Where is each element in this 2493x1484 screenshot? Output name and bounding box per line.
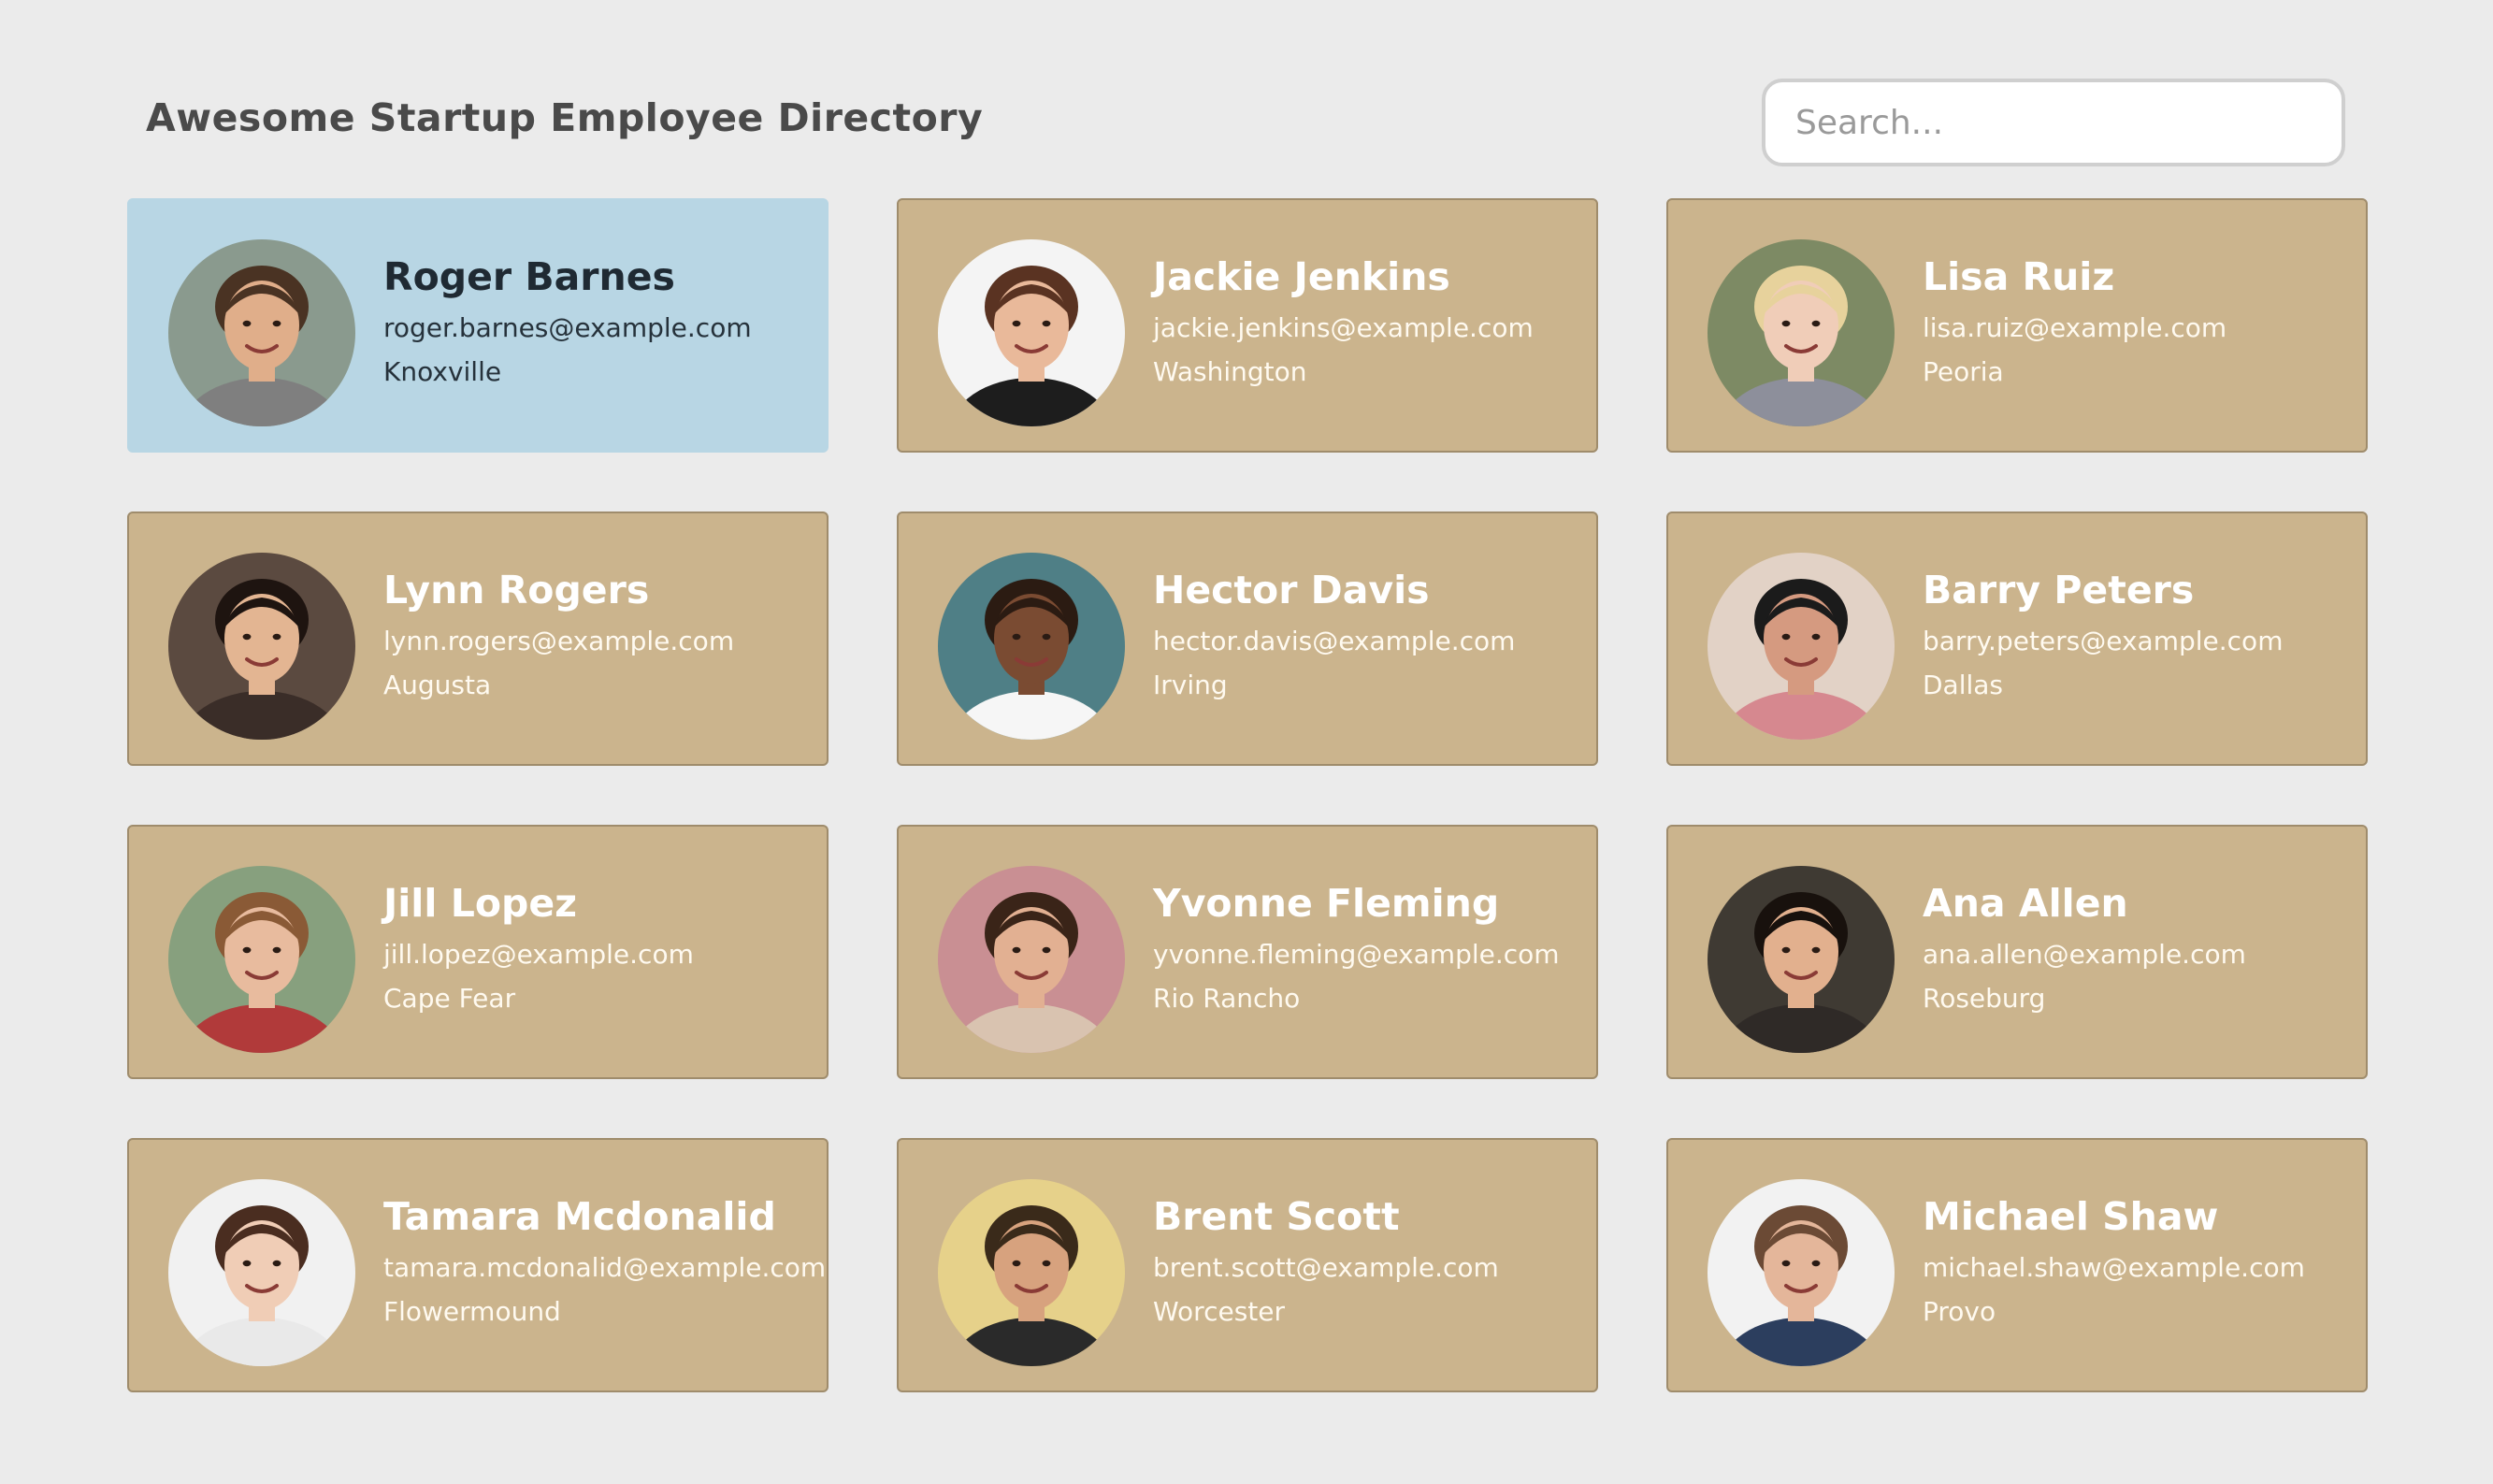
avatar	[1708, 239, 1895, 426]
employee-city: Roseburg	[1923, 983, 2046, 1015]
employee-info: Jill Lopez jill.lopez@example.com Cape Fea…	[383, 881, 815, 1015]
employee-card[interactable]: Lynn Rogers lynn.rogers@example.com August…	[127, 511, 829, 766]
avatar	[1708, 866, 1895, 1053]
employee-name: Yvonne Fleming	[1153, 881, 1500, 926]
employee-email: ana.allen@example.com	[1923, 939, 2246, 971]
employee-card[interactable]: Brent Scott brent.scott@example.com Worces…	[897, 1138, 1598, 1392]
employee-name: Brent Scott	[1153, 1194, 1400, 1239]
employee-info: Roger Barnes roger.barnes@example.com Knox…	[383, 254, 815, 388]
employee-email: jill.lopez@example.com	[383, 939, 694, 971]
employee-card[interactable]: Ana Allen ana.allen@example.com Roseburg	[1666, 825, 2368, 1079]
avatar	[168, 1179, 355, 1366]
employee-city: Augusta	[383, 670, 492, 701]
avatar	[938, 239, 1125, 426]
employee-city: Peoria	[1923, 356, 2004, 388]
employee-card[interactable]: Jill Lopez jill.lopez@example.com Cape Fea…	[127, 825, 829, 1079]
employee-info: Yvonne Fleming yvonne.fleming@example.com…	[1153, 881, 1585, 1015]
employee-info: Lisa Ruiz lisa.ruiz@example.com Peoria	[1923, 254, 2355, 388]
employee-card[interactable]: Jackie Jenkins jackie.jenkins@example.com…	[897, 198, 1598, 453]
employee-email: brent.scott@example.com	[1153, 1252, 1499, 1284]
employee-info: Barry Peters barry.peters@example.com Dall…	[1923, 568, 2355, 701]
employee-city: Provo	[1923, 1296, 1996, 1328]
employee-city: Knoxville	[383, 356, 502, 388]
employee-email: jackie.jenkins@example.com	[1153, 312, 1534, 344]
employee-card[interactable]: Yvonne Fleming yvonne.fleming@example.com…	[897, 825, 1598, 1079]
employee-name: Ana Allen	[1923, 881, 2128, 926]
avatar	[168, 239, 355, 426]
employee-name: Roger Barnes	[383, 254, 675, 299]
employee-info: Hector Davis hector.davis@example.com Irvi…	[1153, 568, 1585, 701]
page-title: Awesome Startup Employee Directory	[146, 95, 984, 140]
employee-name: Michael Shaw	[1923, 1194, 2219, 1239]
employee-name: Hector Davis	[1153, 568, 1430, 612]
employee-card[interactable]: Tamara Mcdonalid tamara.mcdonalid@example…	[127, 1138, 829, 1392]
employee-card[interactable]: Hector Davis hector.davis@example.com Irvi…	[897, 511, 1598, 766]
employee-card[interactable]: Roger Barnes roger.barnes@example.com Knox…	[127, 198, 829, 453]
employee-email: yvonne.fleming@example.com	[1153, 939, 1560, 971]
employee-city: Irving	[1153, 670, 1228, 701]
employee-email: barry.peters@example.com	[1923, 626, 2284, 657]
employee-name: Lisa Ruiz	[1923, 254, 2115, 299]
employee-email: roger.barnes@example.com	[383, 312, 752, 344]
employee-card[interactable]: Barry Peters barry.peters@example.com Dall…	[1666, 511, 2368, 766]
avatar	[938, 866, 1125, 1053]
employee-city: Cape Fear	[383, 983, 516, 1015]
employee-city: Flowermound	[383, 1296, 561, 1328]
avatar	[938, 1179, 1125, 1366]
employee-card[interactable]: Michael Shaw michael.shaw@example.com Prov…	[1666, 1138, 2368, 1392]
employee-city: Rio Rancho	[1153, 983, 1301, 1015]
employee-email: michael.shaw@example.com	[1923, 1252, 2305, 1284]
employee-name: Jill Lopez	[383, 881, 578, 926]
employee-info: Brent Scott brent.scott@example.com Worces…	[1153, 1194, 1585, 1328]
employee-city: Washington	[1153, 356, 1307, 388]
employee-email: tamara.mcdonalid@example.com	[383, 1252, 827, 1284]
avatar	[1708, 1179, 1895, 1366]
avatar	[168, 553, 355, 740]
employee-grid: Roger Barnes roger.barnes@example.com Knox…	[127, 198, 2368, 1392]
employee-name: Tamara Mcdonalid	[383, 1194, 776, 1239]
avatar	[1708, 553, 1895, 740]
employee-name: Lynn Rogers	[383, 568, 650, 612]
employee-name: Barry Peters	[1923, 568, 2195, 612]
employee-info: Tamara Mcdonalid tamara.mcdonalid@example…	[383, 1194, 827, 1328]
avatar	[168, 866, 355, 1053]
employee-email: lisa.ruiz@example.com	[1923, 312, 2227, 344]
employee-info: Jackie Jenkins jackie.jenkins@example.com…	[1153, 254, 1585, 388]
search-input[interactable]	[1762, 79, 2345, 166]
avatar	[938, 553, 1125, 740]
employee-info: Michael Shaw michael.shaw@example.com Prov…	[1923, 1194, 2355, 1328]
employee-card[interactable]: Lisa Ruiz lisa.ruiz@example.com Peoria	[1666, 198, 2368, 453]
employee-city: Worcester	[1153, 1296, 1285, 1328]
employee-name: Jackie Jenkins	[1153, 254, 1450, 299]
employee-info: Lynn Rogers lynn.rogers@example.com August…	[383, 568, 815, 701]
employee-city: Dallas	[1923, 670, 2004, 701]
employee-email: hector.davis@example.com	[1153, 626, 1516, 657]
header: Awesome Startup Employee Directory	[0, 0, 2493, 187]
employee-info: Ana Allen ana.allen@example.com Roseburg	[1923, 881, 2355, 1015]
employee-email: lynn.rogers@example.com	[383, 626, 735, 657]
